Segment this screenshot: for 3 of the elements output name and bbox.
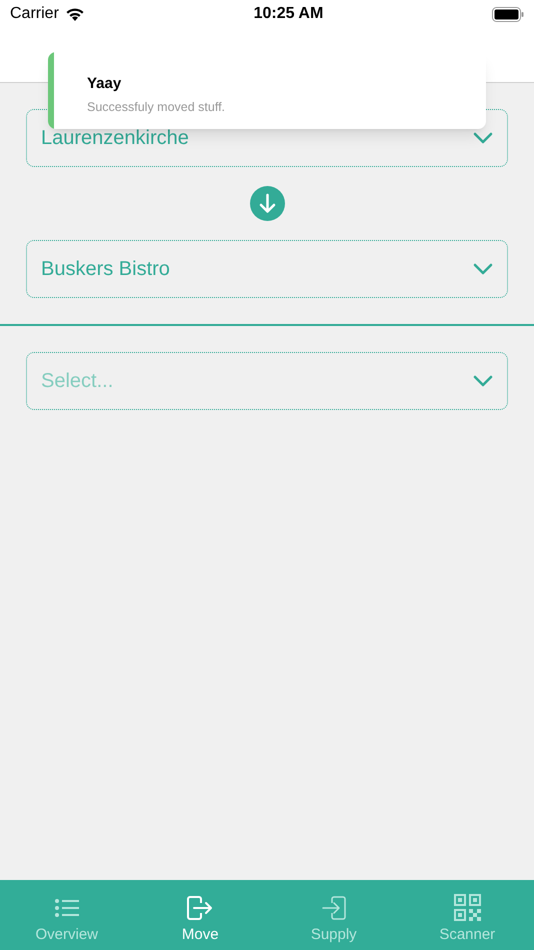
status-time: 10:25 AM [254, 4, 324, 24]
toast-title: Yaay [87, 74, 122, 94]
carrier-name: Carrier [10, 4, 59, 24]
